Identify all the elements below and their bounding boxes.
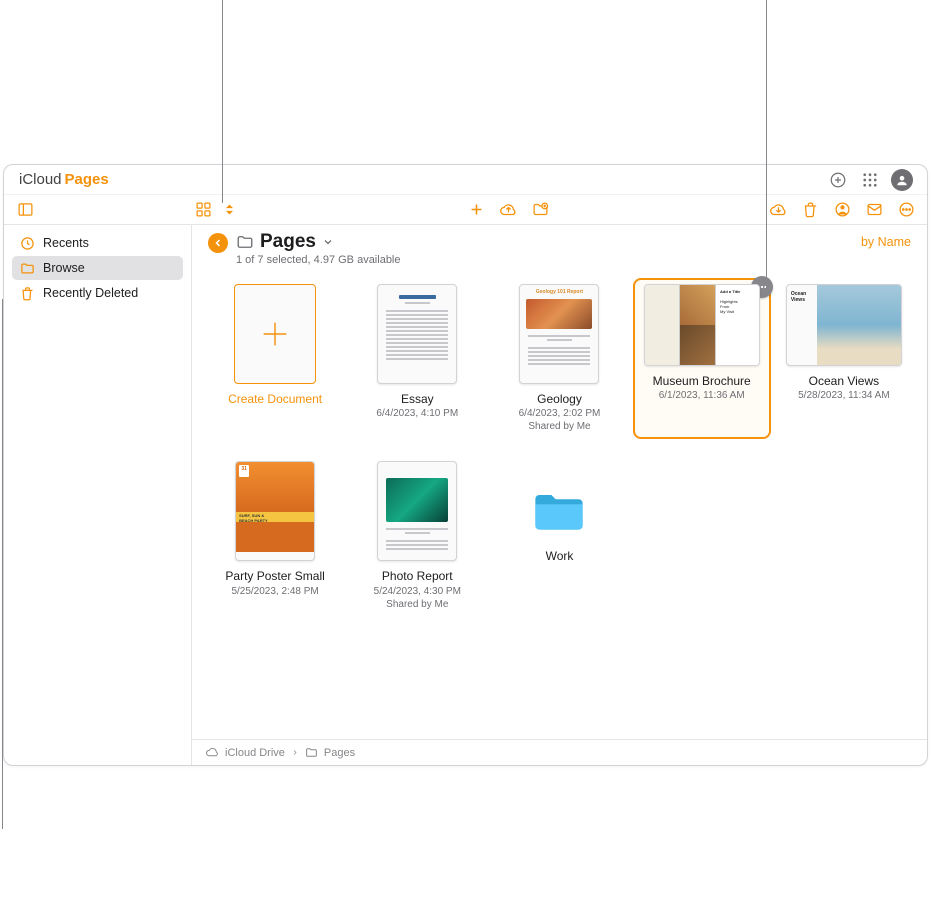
brand-app: Pages [65, 171, 109, 188]
sidebar-item-browse[interactable]: Browse [12, 256, 183, 280]
callout-line [222, 0, 223, 203]
sidebar-item-recents[interactable]: Recents [12, 231, 183, 255]
more-actions-button[interactable] [895, 199, 917, 221]
document-tile[interactable]: Geology 101 Report Geology 6/4/2023, 2:0… [490, 278, 628, 439]
back-button[interactable] [208, 233, 228, 253]
tile-name: Photo Report [382, 569, 453, 583]
tile-name: Museum Brochure [653, 374, 751, 388]
brand-icloud: iCloud [19, 171, 62, 188]
tile-name: Geology [537, 392, 582, 406]
sidebar-item-label: Recents [43, 236, 89, 250]
chevron-left-icon [212, 237, 224, 249]
avatar-icon [891, 169, 913, 191]
sort-button[interactable]: by Name [861, 231, 911, 249]
breadcrumb-root[interactable]: iCloud Drive [225, 747, 285, 759]
app-window: iCloud Pages [3, 164, 928, 766]
tile-name: Work [546, 549, 574, 563]
document-thumbnail: Geology 101 Report [519, 284, 599, 384]
main-area: Pages 1 of 7 selected, 4.97 GB available… [192, 225, 927, 765]
cloud-icon [206, 746, 219, 759]
toolbar [4, 195, 927, 225]
tile-date: 5/25/2023, 2:48 PM [231, 585, 318, 598]
document-tile[interactable]: 31 SURF, SUN &BEACH PARTY Party Poster S… [206, 455, 344, 616]
tile-shared: Shared by Me [528, 420, 590, 433]
tile-date: 5/28/2023, 11:34 AM [798, 389, 890, 402]
trash-icon [20, 286, 35, 301]
account-button[interactable] [889, 167, 915, 193]
sidebar: Recents Browse Recently Deleted [4, 225, 192, 765]
folder-icon [532, 489, 586, 533]
upload-button[interactable] [498, 199, 520, 221]
document-tile[interactable]: OceanViews Ocean Views 5/28/2023, 11:34 … [775, 278, 913, 439]
tile-name: Party Poster Small [225, 569, 324, 583]
clock-icon [20, 236, 35, 251]
document-tile[interactable]: Photo Report 5/24/2023, 4:30 PM Shared b… [348, 455, 486, 616]
create-thumbnail [234, 284, 316, 384]
collaborate-button[interactable] [831, 199, 853, 221]
breadcrumb-bar: iCloud Drive Pages [192, 739, 927, 765]
page-title: Pages [260, 231, 316, 253]
callout-line [2, 299, 3, 829]
document-tile[interactable]: Add a TitleHighlightsFromMy Visit Museum… [633, 278, 771, 439]
sidebar-item-recently-deleted[interactable]: Recently Deleted [12, 281, 183, 305]
document-thumbnail [377, 461, 457, 561]
create-document-tile[interactable]: Create Document [206, 278, 344, 439]
delete-button[interactable] [799, 199, 821, 221]
folder-icon [20, 261, 35, 276]
tile-date: 6/4/2023, 4:10 PM [376, 407, 458, 420]
selection-status: 1 of 7 selected, 4.97 GB available [236, 254, 861, 266]
tile-date: 5/24/2023, 4:30 PM [374, 585, 461, 598]
sidebar-item-label: Recently Deleted [43, 286, 138, 300]
folder-icon [236, 233, 254, 251]
tile-name: Essay [401, 392, 434, 406]
app-launcher-button[interactable] [857, 167, 883, 193]
tile-name: Create Document [228, 392, 322, 406]
sidebar-item-label: Browse [43, 261, 85, 275]
callout-line [766, 0, 767, 297]
document-thumbnail: OceanViews [786, 284, 902, 366]
tile-shared: Shared by Me [386, 598, 448, 611]
breadcrumb-current: Pages [324, 747, 355, 759]
tile-date: 6/4/2023, 2:02 PM [519, 407, 601, 420]
create-button[interactable] [825, 167, 851, 193]
new-folder-button[interactable] [530, 199, 552, 221]
chevron-down-icon[interactable] [322, 236, 334, 248]
add-button[interactable] [466, 199, 488, 221]
document-thumbnail: Add a TitleHighlightsFromMy Visit [644, 284, 760, 366]
folder-tile[interactable]: Work [490, 455, 628, 616]
email-button[interactable] [863, 199, 885, 221]
toggle-sidebar-button[interactable] [14, 199, 36, 221]
tile-date: 6/1/2023, 11:36 AM [659, 389, 745, 402]
view-options-button[interactable] [192, 199, 214, 221]
tile-name: Ocean Views [809, 374, 879, 388]
document-tile[interactable]: Essay 6/4/2023, 4:10 PM [348, 278, 486, 439]
chevron-right-icon [291, 746, 299, 759]
document-thumbnail: 31 SURF, SUN &BEACH PARTY [235, 461, 315, 561]
plus-icon [258, 317, 292, 351]
download-button[interactable] [767, 199, 789, 221]
document-thumbnail [377, 284, 457, 384]
document-grid: Create Document Essay 6/4/2023, 4:10 PM … [192, 274, 927, 739]
folder-thumbnail [519, 481, 599, 541]
header-bar: iCloud Pages [4, 165, 927, 195]
app-brand[interactable]: iCloud Pages [16, 171, 109, 188]
subheader: Pages 1 of 7 selected, 4.97 GB available… [192, 225, 927, 274]
folder-icon [305, 746, 318, 759]
